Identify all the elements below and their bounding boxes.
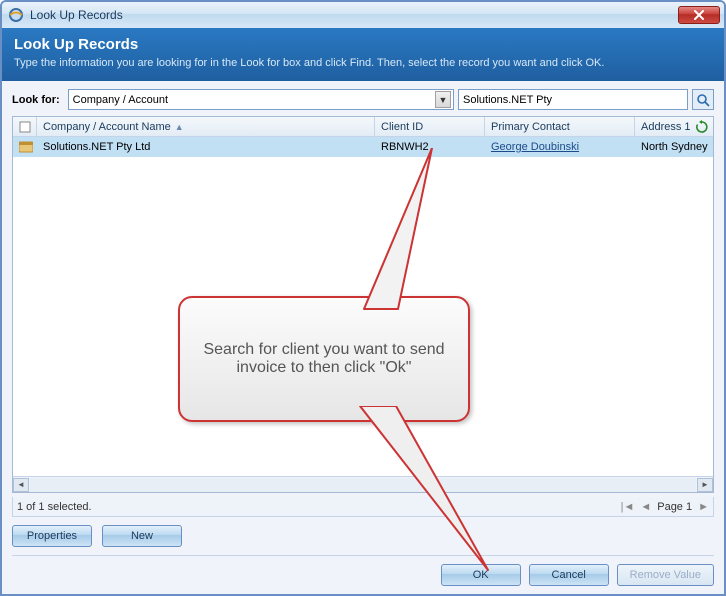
- column-header-name[interactable]: Company / Account Name ▲: [37, 117, 375, 136]
- column-header-clientid[interactable]: Client ID: [375, 117, 485, 136]
- horizontal-scrollbar[interactable]: ◄ ►: [13, 476, 713, 492]
- lookfor-row: Look for: Company / Account ▼: [12, 89, 714, 110]
- results-grid: Company / Account Name ▲ Client ID Prima…: [12, 116, 714, 493]
- search-button[interactable]: [692, 89, 714, 110]
- lookup-window: Look Up Records Look Up Records Type the…: [0, 0, 726, 596]
- new-button[interactable]: New: [102, 525, 182, 547]
- first-page-icon[interactable]: |◄: [621, 501, 635, 513]
- refresh-icon: [695, 120, 709, 134]
- footer: OK Cancel Remove Value: [12, 555, 714, 586]
- search-input[interactable]: [458, 89, 688, 110]
- paginator: |◄ ◄ Page 1 ►: [621, 501, 709, 513]
- page-label: Page 1: [657, 501, 692, 513]
- sort-asc-icon: ▲: [175, 122, 184, 132]
- titlebar: Look Up Records: [2, 2, 724, 28]
- refresh-button[interactable]: [691, 117, 713, 136]
- cell-city: North Sydney: [635, 141, 713, 153]
- entity-select[interactable]: Company / Account ▼: [68, 89, 454, 110]
- close-button[interactable]: [678, 6, 720, 24]
- chevron-down-icon[interactable]: ▼: [435, 91, 451, 108]
- ok-button[interactable]: OK: [441, 564, 521, 586]
- cell-contact: George Doubinski: [485, 141, 635, 153]
- account-icon: [19, 141, 33, 153]
- cancel-button[interactable]: Cancel: [529, 564, 609, 586]
- row-icon-cell: [13, 141, 37, 153]
- search-icon: [696, 93, 710, 107]
- status-bar: 1 of 1 selected. |◄ ◄ Page 1 ►: [12, 497, 714, 517]
- remove-value-button[interactable]: Remove Value: [617, 564, 714, 586]
- select-all-checkbox[interactable]: [13, 117, 37, 136]
- cell-clientid: RBNWH2: [375, 141, 485, 153]
- next-page-icon[interactable]: ►: [698, 501, 709, 513]
- entity-select-value: Company / Account: [73, 94, 168, 106]
- window-title: Look Up Records: [30, 8, 678, 22]
- properties-button[interactable]: Properties: [12, 525, 92, 547]
- cell-name: Solutions.NET Pty Ltd: [37, 141, 375, 153]
- prev-page-icon[interactable]: ◄: [640, 501, 651, 513]
- ie-favicon: [8, 7, 24, 23]
- grid-body: Solutions.NET Pty Ltd RBNWH2 George Doub…: [13, 137, 713, 476]
- selection-count: 1 of 1 selected.: [17, 501, 92, 513]
- table-row[interactable]: Solutions.NET Pty Ltd RBNWH2 George Doub…: [13, 137, 713, 157]
- contact-link[interactable]: George Doubinski: [491, 141, 579, 153]
- scroll-track[interactable]: [30, 478, 696, 492]
- dialog-subtitle: Type the information you are looking for…: [14, 57, 712, 69]
- lookfor-label: Look for:: [12, 94, 60, 106]
- column-header-contact[interactable]: Primary Contact: [485, 117, 635, 136]
- scroll-left-icon[interactable]: ◄: [13, 478, 29, 492]
- dialog-title: Look Up Records: [14, 36, 712, 53]
- action-row: Properties New: [12, 525, 714, 547]
- column-header-city[interactable]: Address 1: City: [635, 117, 691, 136]
- dialog-header: Look Up Records Type the information you…: [2, 28, 724, 81]
- scroll-right-icon[interactable]: ►: [697, 478, 713, 492]
- dialog-content: Look for: Company / Account ▼ Company / …: [2, 81, 724, 594]
- grid-header: Company / Account Name ▲ Client ID Prima…: [13, 117, 713, 137]
